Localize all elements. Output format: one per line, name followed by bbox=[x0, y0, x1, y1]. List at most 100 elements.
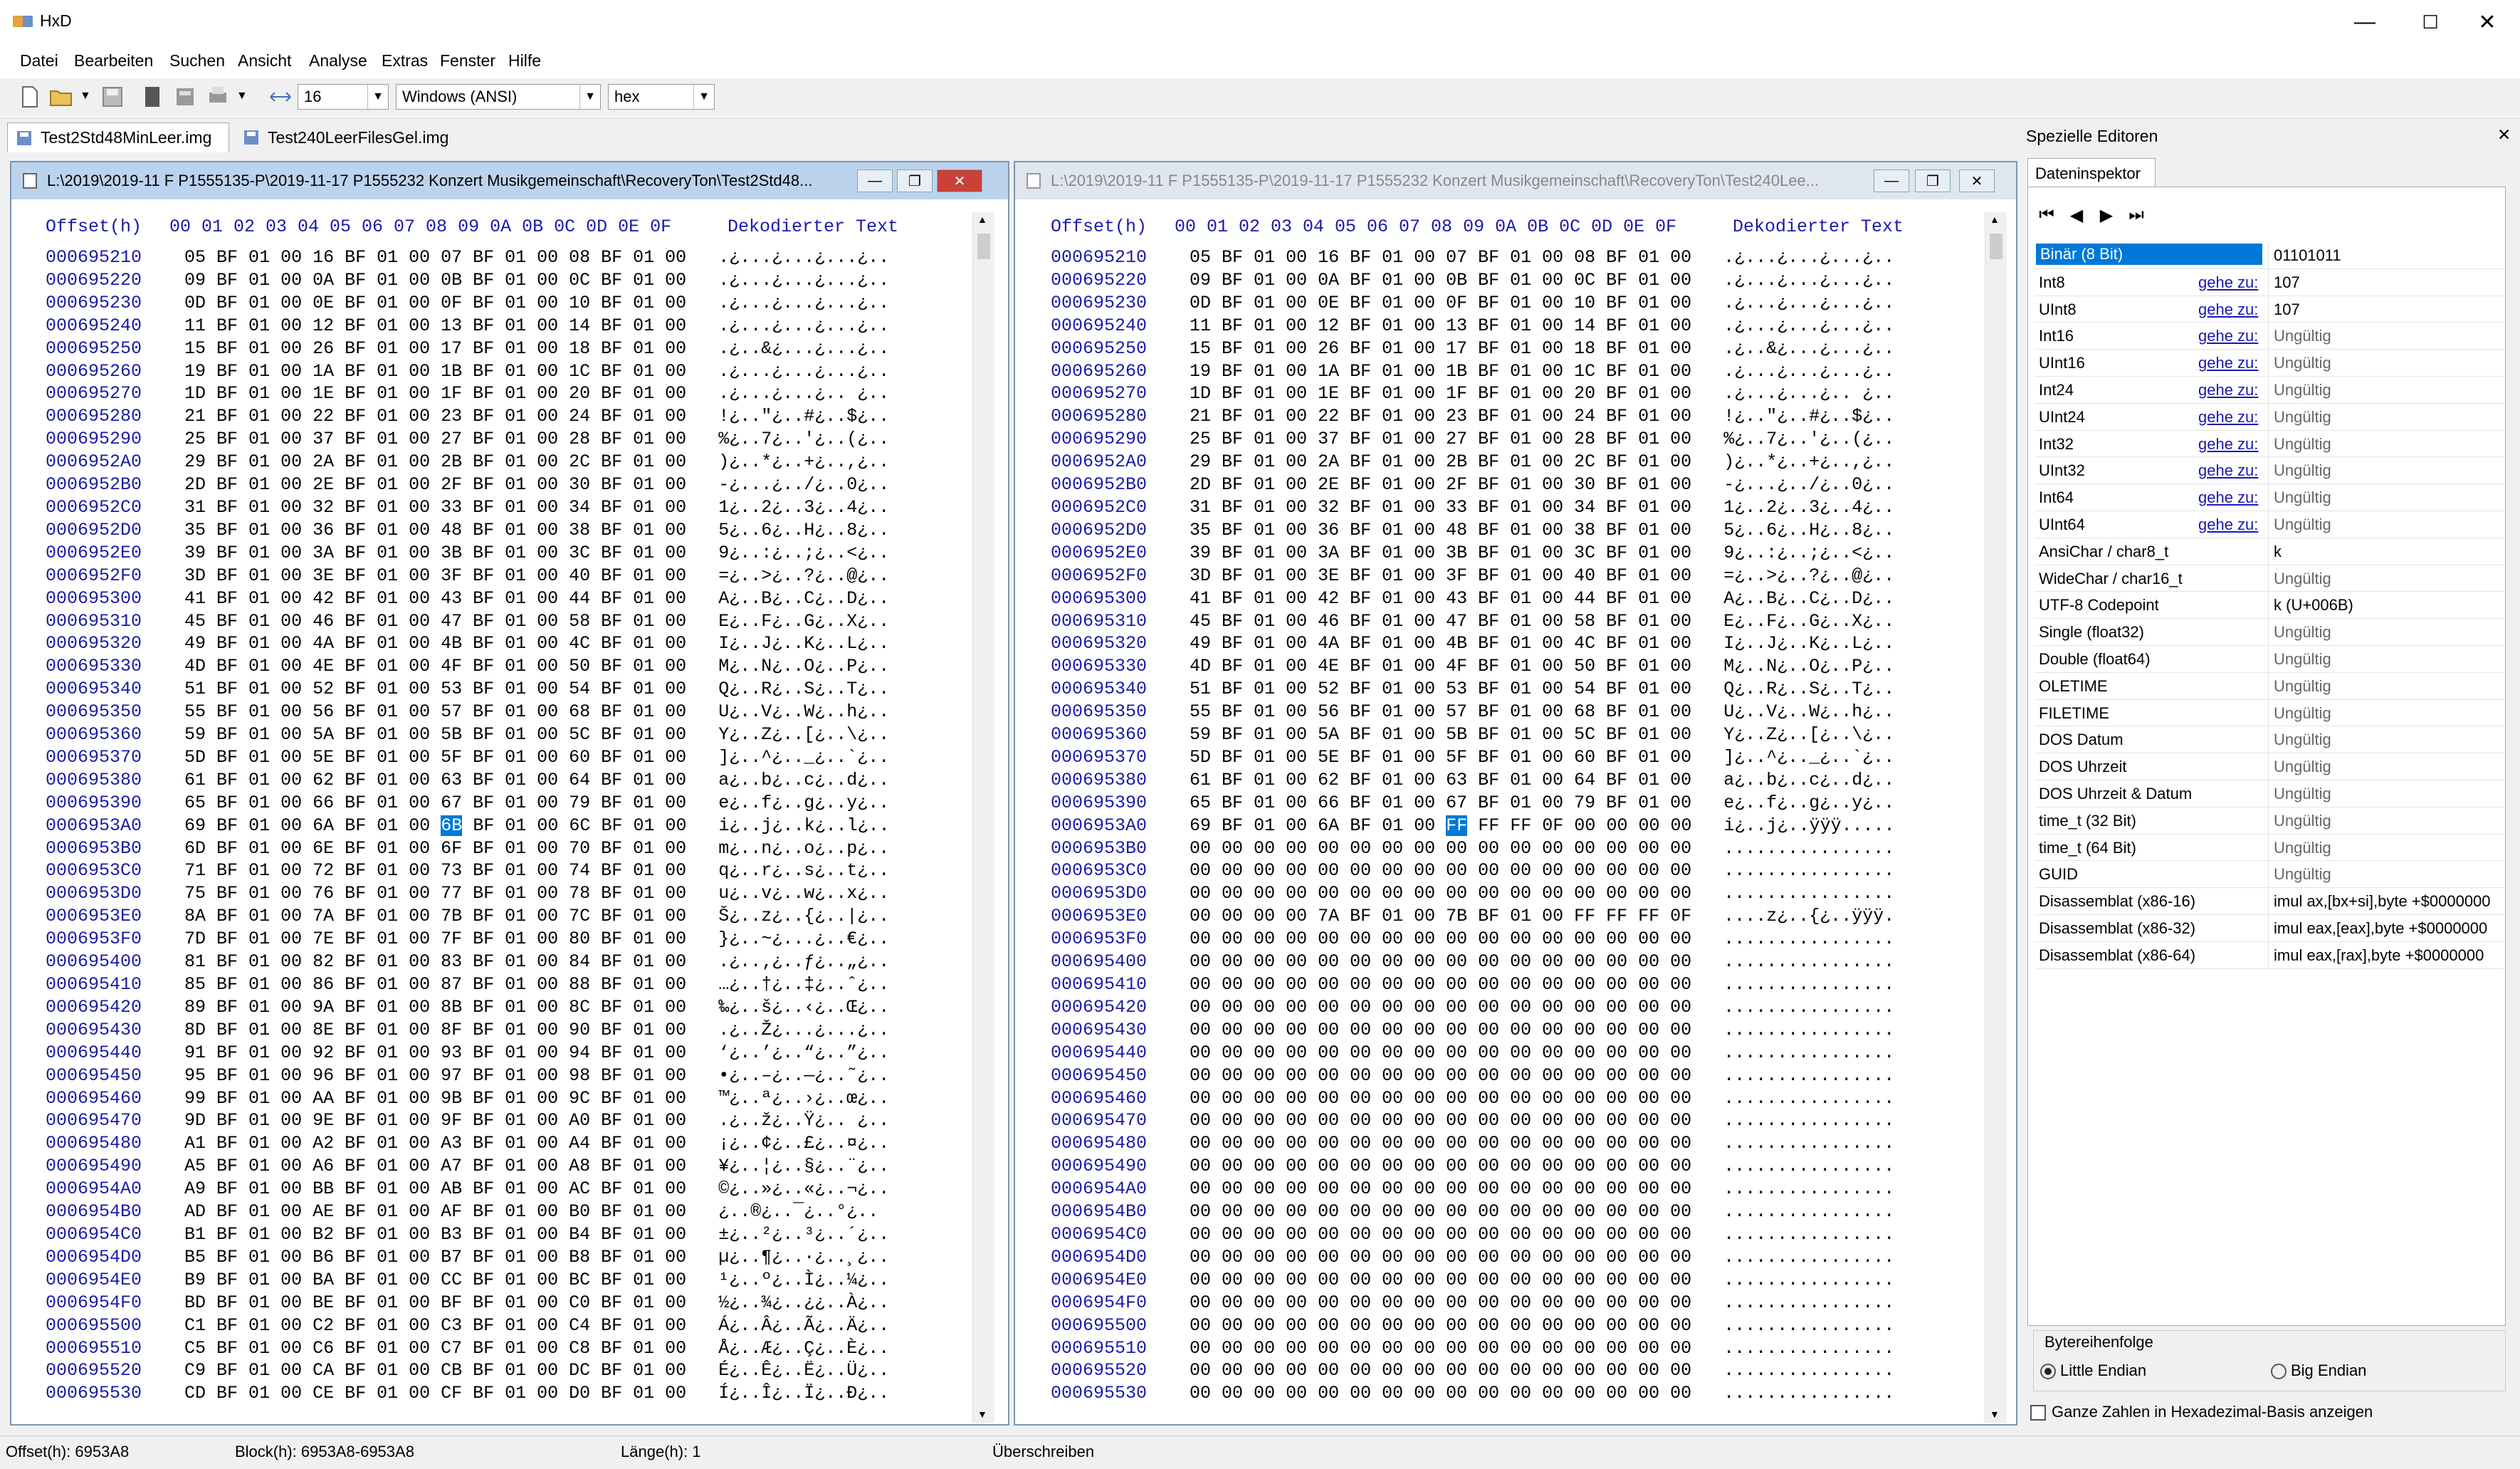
row-hex-bytes[interactable]: 55 BF 01 00 56 BF 01 00 57 BF 01 00 68 B… bbox=[184, 701, 686, 722]
row-decoded-text[interactable]: .¿...¿...¿...¿.. bbox=[718, 315, 889, 336]
row-decoded-text[interactable]: !¿.."¿..#¿..$¿.. bbox=[718, 406, 889, 427]
row-decoded-text[interactable]: U¿..V¿..W¿..h¿.. bbox=[718, 701, 889, 722]
save-all-icon[interactable] bbox=[172, 84, 198, 110]
inspector-row[interactable]: GUID Ungültig bbox=[2035, 861, 2504, 889]
row-hex-bytes[interactable]: 3D BF 01 00 3E BF 01 00 3F BF 01 00 40 B… bbox=[184, 565, 686, 586]
row-decoded-text[interactable]: ™¿..ª¿..›¿..œ¿.. bbox=[718, 1088, 889, 1109]
row-hex-bytes[interactable]: 09 BF 01 00 0A BF 01 00 0B BF 01 00 0C B… bbox=[1190, 270, 1691, 291]
row-decoded-text[interactable]: Á¿..Â¿..Ã¿..Ä¿.. bbox=[718, 1315, 889, 1336]
hex-row[interactable]: 0006953D0 00 00 00 00 00 00 00 00 00 00 … bbox=[1051, 882, 1895, 905]
hex-row[interactable]: 0006952B0 2D BF 01 00 2E BF 01 00 2F BF … bbox=[1051, 474, 1895, 496]
goto-link[interactable]: gehe zu: bbox=[2198, 273, 2258, 292]
row-hex-bytes[interactable]: 69 BF 01 00 6A BF 01 00 FF FF FF 0F 00 0… bbox=[1190, 815, 1692, 836]
row-hex-bytes[interactable]: 00 00 00 00 00 00 00 00 00 00 00 00 00 0… bbox=[1190, 1110, 1691, 1131]
row-hex-bytes[interactable]: 4D BF 01 00 4E BF 01 00 4F BF 01 00 50 B… bbox=[184, 656, 686, 676]
hex-byte[interactable]: 01 bbox=[248, 815, 270, 836]
row-decoded-text[interactable]: a¿..b¿..c¿..d¿.. bbox=[718, 770, 889, 790]
row-hex-bytes[interactable]: 49 BF 01 00 4A BF 01 00 4B BF 01 00 4C B… bbox=[1190, 633, 1691, 654]
row-decoded-text[interactable]: ©¿..»¿..«¿..¬¿.. bbox=[718, 1178, 889, 1199]
hex-row[interactable]: 0006952F0 3D BF 01 00 3E BF 01 00 3F BF … bbox=[1051, 565, 1895, 587]
hex-row[interactable]: 000695270 1D BF 01 00 1E BF 01 00 1F BF … bbox=[1051, 382, 1895, 405]
hex-row[interactable]: 000695300 41 BF 01 00 42 BF 01 00 43 BF … bbox=[46, 587, 890, 610]
hex-byte[interactable]: 6C bbox=[569, 815, 590, 836]
hex-row[interactable]: 000695410 85 BF 01 00 86 BF 01 00 87 BF … bbox=[46, 973, 890, 996]
row-hex-bytes[interactable]: 3D BF 01 00 3E BF 01 00 3F BF 01 00 40 B… bbox=[1190, 565, 1691, 586]
hex-row[interactable]: 0006953F0 00 00 00 00 00 00 00 00 00 00 … bbox=[1051, 928, 1895, 951]
hex-row[interactable]: 0006952D0 35 BF 01 00 36 BF 01 00 48 BF … bbox=[46, 519, 890, 542]
row-decoded-text[interactable]: ................ bbox=[1723, 1178, 1894, 1199]
hex-row[interactable]: 000695290 25 BF 01 00 37 BF 01 00 27 BF … bbox=[1051, 428, 1895, 451]
row-decoded-text[interactable]: ‘¿..’¿..“¿..”¿.. bbox=[718, 1042, 889, 1063]
row-decoded-text[interactable]: ‰¿..š¿..‹¿..Œ¿.. bbox=[718, 997, 889, 1018]
row-decoded-text[interactable]: ................ bbox=[1723, 1110, 1894, 1131]
row-hex-bytes[interactable]: 9D BF 01 00 9E BF 01 00 9F BF 01 00 A0 B… bbox=[184, 1110, 686, 1131]
row-decoded-text[interactable]: ]¿..^¿.._¿..`¿.. bbox=[1723, 747, 1894, 768]
scroll-thumb[interactable] bbox=[1990, 234, 2002, 259]
hex-row[interactable]: 0006954D0 B5 BF 01 00 B6 BF 01 00 B7 BF … bbox=[46, 1246, 890, 1269]
hex-row[interactable]: 000695480 A1 BF 01 00 A2 BF 01 00 A3 BF … bbox=[46, 1132, 890, 1155]
editor-minimize-button[interactable]: — bbox=[1874, 169, 1909, 192]
row-hex-bytes[interactable]: 99 BF 01 00 AA BF 01 00 9B BF 01 00 9C B… bbox=[184, 1088, 686, 1109]
hex-row[interactable]: 0006952E0 39 BF 01 00 3A BF 01 00 3B BF … bbox=[1051, 542, 1895, 565]
hex-row[interactable]: 0006952A0 29 BF 01 00 2A BF 01 00 2B BF … bbox=[46, 451, 890, 474]
row-decoded-text[interactable]: .¿...¿...¿...¿.. bbox=[1723, 270, 1894, 291]
row-decoded-text[interactable]: .¿..‚¿..ƒ¿..„¿.. bbox=[718, 951, 889, 972]
goto-link[interactable]: gehe zu: bbox=[2198, 300, 2258, 319]
hex-row[interactable]: 000695400 81 BF 01 00 82 BF 01 00 83 BF … bbox=[46, 951, 890, 973]
hex-row[interactable]: 000695420 89 BF 01 00 9A BF 01 00 8B BF … bbox=[46, 996, 890, 1019]
bytes-per-row-select[interactable]: 16 ▼ bbox=[298, 84, 389, 110]
hex-row[interactable]: 000695210 05 BF 01 00 16 BF 01 00 07 BF … bbox=[1051, 246, 1895, 269]
row-hex-bytes[interactable]: 19 BF 01 00 1A BF 01 00 1B BF 01 00 1C B… bbox=[1190, 361, 1691, 382]
hex-base-checkbox[interactable]: Ganze Zahlen in Hexadezimal-Basis anzeig… bbox=[2030, 1403, 2373, 1421]
hex-row[interactable]: 000695460 99 BF 01 00 AA BF 01 00 9B BF … bbox=[46, 1087, 890, 1110]
row-decoded-text[interactable]: ................ bbox=[1723, 997, 1894, 1018]
inspector-value[interactable]: Ungültig bbox=[2274, 731, 2331, 749]
row-decoded-text[interactable]: .¿...¿...¿...¿.. bbox=[718, 270, 889, 291]
print-icon[interactable] bbox=[205, 84, 231, 110]
row-decoded-text[interactable]: -¿...¿../¿..0¿.. bbox=[718, 474, 889, 495]
row-decoded-text[interactable]: .¿...¿...¿...¿.. bbox=[1723, 247, 1894, 268]
hex-row[interactable]: 000695470 00 00 00 00 00 00 00 00 00 00 … bbox=[1051, 1109, 1895, 1132]
offset-base-select[interactable]: hex ▼ bbox=[608, 84, 715, 110]
row-hex-bytes[interactable]: 00 00 00 00 00 00 00 00 00 00 00 00 00 0… bbox=[1190, 997, 1691, 1018]
row-hex-bytes[interactable]: 0D BF 01 00 0E BF 01 00 0F BF 01 00 10 B… bbox=[1190, 293, 1691, 313]
menu-bearbeiten[interactable]: Bearbeiten bbox=[74, 51, 153, 70]
row-hex-bytes[interactable]: 41 BF 01 00 42 BF 01 00 43 BF 01 00 44 B… bbox=[184, 588, 686, 609]
row-decoded-text[interactable]: .¿...¿...¿...¿.. bbox=[1723, 361, 1894, 382]
row-decoded-text[interactable]: ¥¿..¦¿..§¿..¨¿.. bbox=[718, 1156, 889, 1176]
row-hex-bytes[interactable]: 8D BF 01 00 8E BF 01 00 8F BF 01 00 90 B… bbox=[184, 1020, 686, 1040]
hex-byte[interactable]: 00 bbox=[666, 815, 687, 836]
row-hex-bytes[interactable]: C5 BF 01 00 C6 BF 01 00 C7 BF 01 00 C8 B… bbox=[184, 1338, 686, 1359]
row-hex-bytes[interactable]: 59 BF 01 00 5A BF 01 00 5B BF 01 00 5C B… bbox=[184, 724, 686, 745]
hex-row[interactable]: 000695400 00 00 00 00 00 00 00 00 00 00 … bbox=[1051, 951, 1895, 973]
row-hex-bytes[interactable]: C1 BF 01 00 C2 BF 01 00 C3 BF 01 00 C4 B… bbox=[184, 1315, 686, 1336]
inspector-value[interactable]: Ungültig bbox=[2274, 516, 2331, 534]
inspector-row[interactable]: FILETIME Ungültig bbox=[2035, 699, 2504, 727]
hex-row[interactable]: 000695330 4D BF 01 00 4E BF 01 00 4F BF … bbox=[46, 655, 890, 678]
row-decoded-text[interactable]: ................ bbox=[1723, 860, 1894, 881]
row-hex-bytes[interactable]: AD BF 01 00 AE BF 01 00 AF BF 01 00 B0 B… bbox=[184, 1201, 686, 1222]
row-decoded-text[interactable]: ]¿..^¿.._¿..`¿.. bbox=[718, 747, 889, 768]
inspector-value[interactable]: Ungültig bbox=[2274, 650, 2331, 669]
row-decoded-text[interactable]: ................ bbox=[1723, 1042, 1894, 1063]
row-decoded-text[interactable]: I¿..J¿..K¿..L¿.. bbox=[1723, 633, 1894, 654]
hex-byte[interactable]: 00 bbox=[537, 815, 558, 836]
row-decoded-text[interactable]: ................ bbox=[1723, 1224, 1894, 1245]
inspector-value[interactable]: 01101011 bbox=[2274, 246, 2341, 265]
row-decoded-text[interactable]: 5¿..6¿..H¿..8¿.. bbox=[1723, 520, 1894, 540]
row-decoded-text[interactable]: M¿..N¿..O¿..P¿.. bbox=[718, 656, 889, 676]
row-hex-bytes[interactable]: 71 BF 01 00 72 BF 01 00 73 BF 01 00 74 B… bbox=[184, 860, 686, 881]
hex-row[interactable]: 000695390 65 BF 01 00 66 BF 01 00 67 BF … bbox=[46, 792, 890, 815]
hex-row[interactable]: 000695330 4D BF 01 00 4E BF 01 00 4F BF … bbox=[1051, 655, 1895, 678]
row-hex-bytes[interactable]: 2D BF 01 00 2E BF 01 00 2F BF 01 00 30 B… bbox=[184, 474, 686, 495]
editor-minimize-button[interactable]: — bbox=[857, 169, 893, 192]
row-hex-bytes[interactable]: 75 BF 01 00 76 BF 01 00 77 BF 01 00 78 B… bbox=[184, 883, 686, 904]
row-decoded-text[interactable]: )¿..*¿..+¿..,¿.. bbox=[1723, 451, 1894, 472]
inspector-row[interactable]: OLETIME Ungültig bbox=[2035, 672, 2504, 700]
row-hex-bytes[interactable]: 09 BF 01 00 0A BF 01 00 0B BF 01 00 0C B… bbox=[184, 270, 686, 291]
hex-row[interactable]: 000695260 19 BF 01 00 1A BF 01 00 1B BF … bbox=[46, 360, 890, 383]
hex-byte[interactable]: 01 bbox=[1254, 815, 1275, 836]
hex-row[interactable]: 0006954F0 00 00 00 00 00 00 00 00 00 00 … bbox=[1051, 1292, 1895, 1314]
hex-byte[interactable]: 01 bbox=[633, 815, 654, 836]
row-decoded-text[interactable]: E¿..F¿..G¿..X¿.. bbox=[718, 611, 889, 632]
